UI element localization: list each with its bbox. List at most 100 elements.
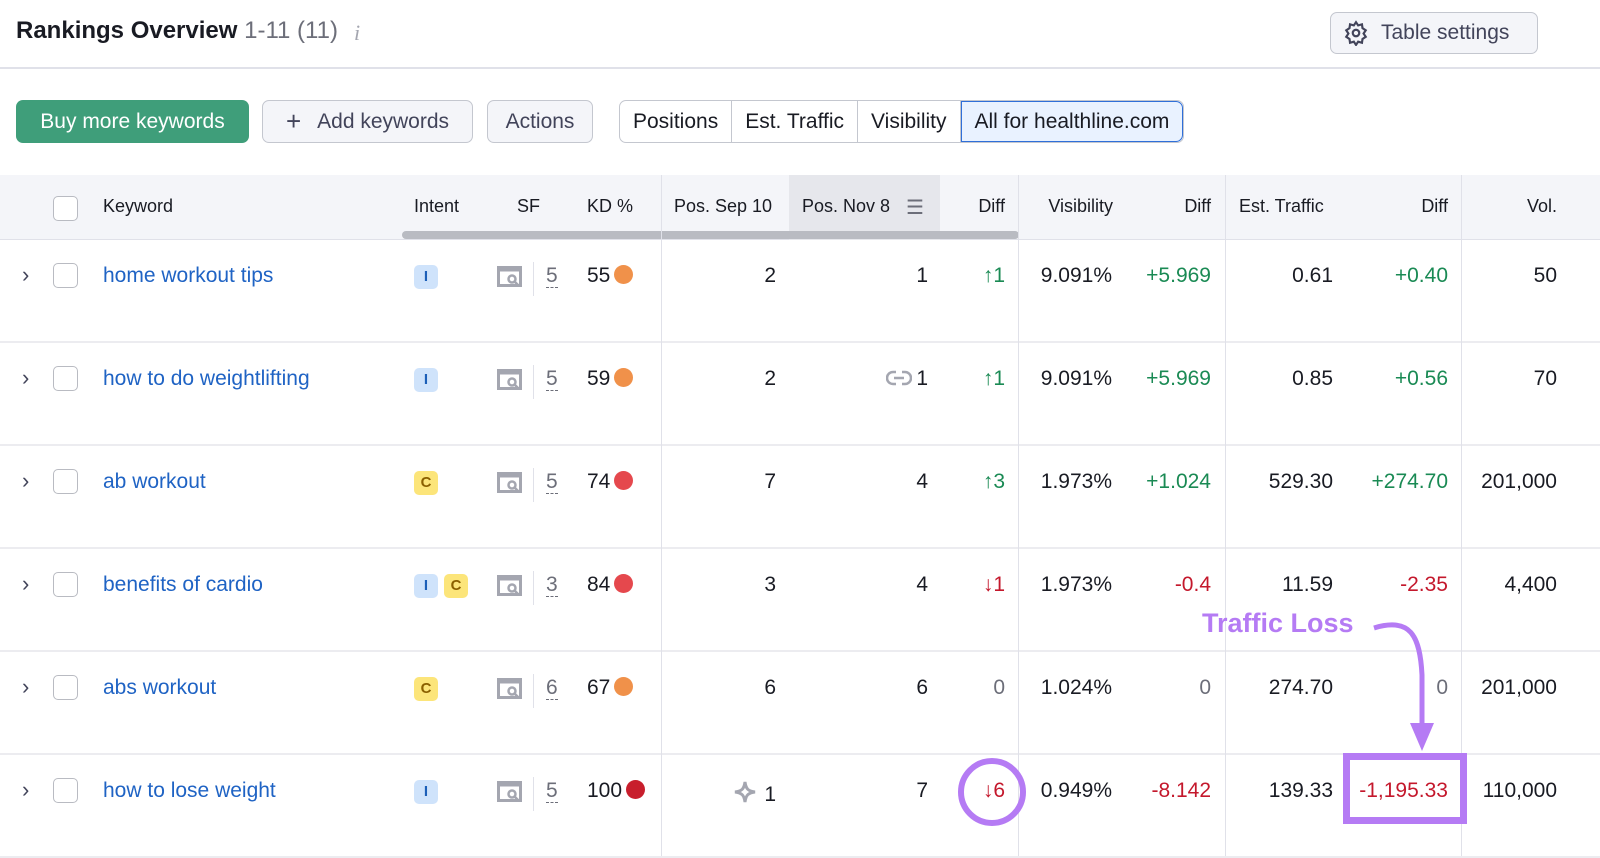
- visibility-diff: -8.142: [1151, 779, 1211, 802]
- intent-cell: I: [414, 263, 444, 289]
- expand-chevron-icon[interactable]: ›: [22, 262, 29, 288]
- info-icon[interactable]: i: [354, 20, 360, 46]
- col-visibility[interactable]: Visibility: [1048, 196, 1113, 217]
- select-all-checkbox[interactable]: [53, 196, 78, 221]
- col-intent[interactable]: Intent: [414, 196, 459, 217]
- serp-features-icon[interactable]: [497, 781, 523, 803]
- sf-count[interactable]: 5: [546, 367, 558, 391]
- row-checkbox[interactable]: [53, 572, 78, 597]
- tab-positions[interactable]: Positions: [620, 101, 733, 142]
- table-settings-button[interactable]: Table settings: [1330, 12, 1538, 54]
- pos-diff: ↑1: [982, 367, 1005, 390]
- est-traffic: 139.33: [1268, 779, 1333, 802]
- col-pos-diff[interactable]: Diff: [978, 196, 1005, 217]
- sf-count[interactable]: 5: [546, 779, 558, 803]
- col-pos-nov8[interactable]: Pos. Nov 8: [802, 196, 890, 217]
- row-checkbox[interactable]: [53, 469, 78, 494]
- sf-count[interactable]: 6: [546, 676, 558, 700]
- keyword-link[interactable]: ab workout: [103, 470, 206, 494]
- col-est-traffic[interactable]: Est. Traffic: [1239, 196, 1324, 217]
- visibility: 9.091%: [1040, 264, 1112, 287]
- pos-nov8: 1: [916, 264, 928, 288]
- sf-count[interactable]: 3: [546, 573, 558, 597]
- sort-icon[interactable]: ☰: [906, 195, 924, 220]
- view-segmented-control: Positions Est. Traffic Visibility All fo…: [619, 100, 1185, 143]
- expand-chevron-icon[interactable]: ›: [22, 777, 29, 803]
- row-checkbox[interactable]: [53, 778, 78, 803]
- kd-cell: 67: [587, 676, 634, 700]
- visibility-diff: 0: [1199, 676, 1211, 699]
- kd-value: 84: [587, 573, 611, 596]
- sf-count[interactable]: 5: [546, 264, 558, 288]
- est-traffic: 529.30: [1268, 470, 1333, 493]
- divider: [533, 777, 534, 811]
- pos-nov8: 6: [916, 676, 928, 700]
- keyword-link[interactable]: home workout tips: [103, 264, 273, 288]
- col-sf[interactable]: SF: [517, 196, 540, 217]
- visibility-diff: -0.4: [1174, 573, 1211, 596]
- keyword-link[interactable]: abs workout: [103, 676, 216, 700]
- expand-chevron-icon[interactable]: ›: [22, 571, 29, 597]
- traffic-diff: +274.70: [1371, 470, 1449, 493]
- actions-button[interactable]: Actions: [487, 100, 593, 143]
- intent-badge: C: [444, 574, 468, 598]
- table-row: › home workout tips I 5 55 2 1 ↑1 9.091%…: [0, 240, 1600, 343]
- serp-features-icon[interactable]: [497, 369, 523, 391]
- divider: [533, 262, 534, 296]
- pos-sep10: 3: [764, 573, 776, 597]
- intent-badge: C: [414, 677, 438, 701]
- expand-chevron-icon[interactable]: ›: [22, 468, 29, 494]
- pos-nov8: 1: [886, 367, 928, 391]
- pos-value: 3: [764, 573, 776, 596]
- row-checkbox[interactable]: [53, 366, 78, 391]
- pos-value: 1: [916, 367, 928, 390]
- serp-features-icon[interactable]: [497, 266, 523, 288]
- col-traffic-diff[interactable]: Diff: [1421, 196, 1448, 217]
- expand-chevron-icon[interactable]: ›: [22, 674, 29, 700]
- traffic-diff: -2.35: [1400, 573, 1448, 596]
- serp-features-icon[interactable]: [497, 678, 523, 700]
- link-icon: [886, 370, 913, 386]
- plus-icon: +: [285, 106, 302, 136]
- table-row: › benefits of cardio IC 3 84 3 4 ↓1 1.97…: [0, 549, 1600, 652]
- row-checkbox[interactable]: [53, 675, 78, 700]
- serp-features-icon[interactable]: [497, 472, 523, 494]
- intent-badge: I: [414, 368, 438, 392]
- kd-cell: 100: [587, 779, 646, 803]
- col-pos-sep10[interactable]: Pos. Sep 10: [674, 196, 772, 217]
- expand-chevron-icon[interactable]: ›: [22, 365, 29, 391]
- keyword-link[interactable]: how to lose weight: [103, 779, 276, 803]
- pos-diff: ↑1: [982, 264, 1005, 287]
- table-settings-label: Table settings: [1381, 21, 1510, 44]
- horizontal-scrollbar[interactable]: [402, 231, 1019, 239]
- pos-sep10: 1: [732, 779, 776, 807]
- tab-all-for-domain[interactable]: All for healthline.com: [960, 101, 1184, 142]
- intent-badge: C: [414, 471, 438, 495]
- sparkle-icon: [735, 781, 756, 803]
- table-row: › ab workout C 5 74 7 4 ↑3 1.973% +1.024…: [0, 446, 1600, 549]
- tab-visibility[interactable]: Visibility: [858, 101, 961, 142]
- sf-count[interactable]: 5: [546, 470, 558, 494]
- pos-nov8: 4: [916, 573, 928, 597]
- kd-value: 55: [587, 264, 611, 287]
- keyword-link[interactable]: how to do weightlifting: [103, 367, 310, 391]
- keyword-link[interactable]: benefits of cardio: [103, 573, 263, 597]
- buy-more-keywords-button[interactable]: Buy more keywords: [16, 100, 249, 143]
- pos-value: 4: [916, 573, 928, 596]
- row-checkbox[interactable]: [53, 263, 78, 288]
- col-vis-diff[interactable]: Diff: [1184, 196, 1211, 217]
- volume: 201,000: [1481, 470, 1557, 493]
- add-keywords-button[interactable]: + Add keywords: [262, 100, 473, 143]
- divider: [533, 468, 534, 502]
- col-kd[interactable]: KD %: [587, 196, 633, 217]
- est-traffic: 0.61: [1292, 264, 1333, 287]
- pos-value: 2: [764, 367, 776, 390]
- col-keyword[interactable]: Keyword: [103, 196, 173, 217]
- add-keywords-label: Add keywords: [317, 109, 450, 133]
- traffic-diff: +0.56: [1394, 367, 1448, 390]
- divider: [533, 571, 534, 605]
- tab-est-traffic[interactable]: Est. Traffic: [732, 101, 859, 142]
- volume: 110,000: [1482, 779, 1557, 802]
- col-volume[interactable]: Vol.: [1527, 196, 1557, 217]
- serp-features-icon[interactable]: [497, 575, 523, 597]
